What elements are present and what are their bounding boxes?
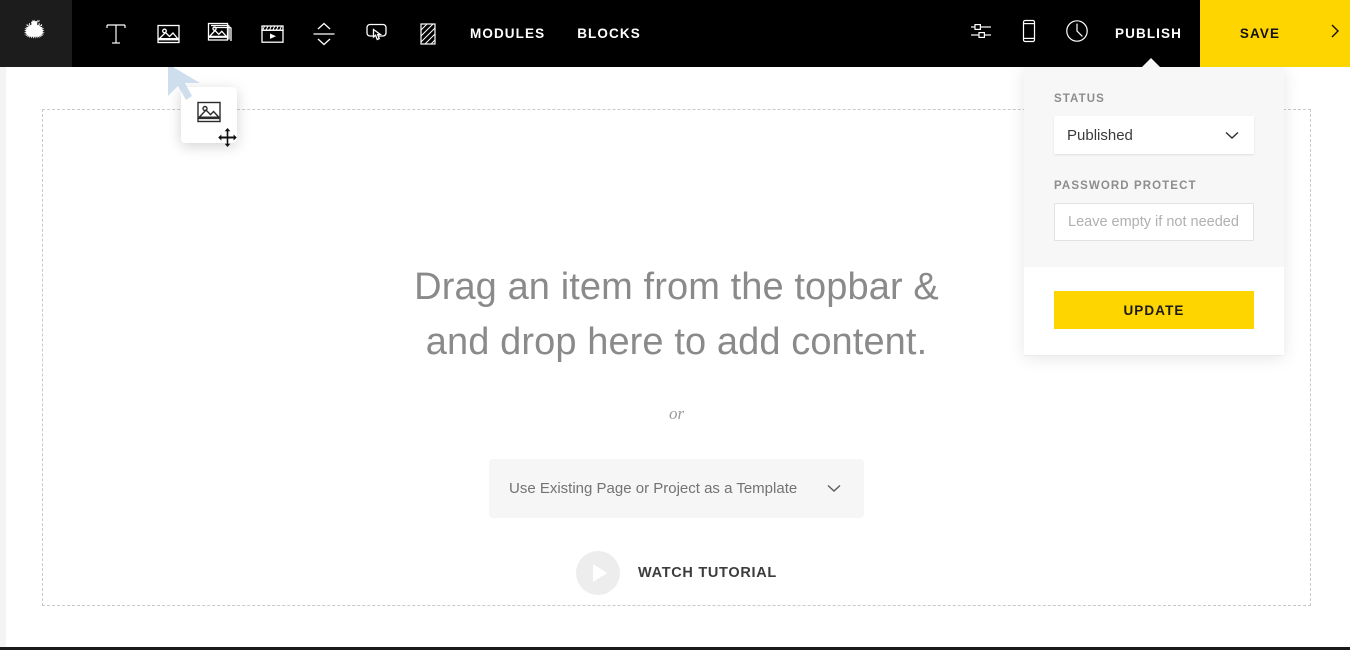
publish-panel-top: STATUS Published PASSWORD PROTECT — [1024, 67, 1284, 267]
password-protect-input[interactable] — [1054, 203, 1254, 241]
publish-panel: STATUS Published PASSWORD PROTECT UPDATE — [1024, 67, 1284, 356]
publish-button[interactable]: PUBLISH — [1101, 0, 1200, 67]
status-select-value: Published — [1067, 126, 1133, 144]
watch-tutorial-label: WATCH TUTORIAL — [638, 564, 777, 581]
play-triangle-icon — [576, 550, 621, 595]
save-button[interactable]: SAVE — [1200, 0, 1320, 67]
app-screen: MODULES BLOCKS PUBLISH SAVE Drag an item… — [0, 0, 1350, 650]
hatch-block-icon — [418, 21, 438, 47]
play-triangle-shape — [593, 563, 608, 582]
spacer-tool[interactable] — [298, 0, 350, 67]
responsive-preview-button[interactable] — [1005, 0, 1053, 67]
publish-label: PUBLISH — [1115, 26, 1182, 41]
gallery-icon — [207, 21, 234, 46]
chevron-down-icon — [1224, 127, 1240, 144]
button-tool[interactable] — [350, 0, 402, 67]
topbar: MODULES BLOCKS PUBLISH SAVE — [0, 0, 1350, 67]
update-button[interactable]: UPDATE — [1054, 291, 1254, 329]
publish-caret-icon — [1141, 58, 1160, 67]
gallery-tool[interactable] — [194, 0, 246, 67]
headline-line-2: and drop here to add content. — [425, 321, 928, 364]
dropzone-headline: Drag an item from the topbar & and drop … — [414, 260, 939, 371]
chevron-down-icon — [826, 480, 842, 497]
move-cross-icon — [218, 128, 237, 152]
arrow-pointer-icon — [166, 62, 208, 107]
status-select[interactable]: Published — [1054, 116, 1254, 154]
topbar-right-icons — [957, 0, 1101, 67]
image-tool[interactable] — [142, 0, 194, 67]
settings-sliders-icon — [969, 20, 993, 47]
template-select-value: Use Existing Page or Project as a Templa… — [509, 479, 798, 497]
text-icon — [105, 22, 127, 46]
headline-line-1: Drag an item from the topbar & — [414, 266, 939, 308]
eagle-logo-icon — [19, 17, 53, 51]
history-button[interactable] — [1053, 0, 1101, 67]
image-icon — [156, 22, 181, 46]
video-icon — [260, 22, 285, 46]
chevron-right-icon — [1328, 22, 1342, 45]
left-rail — [0, 67, 6, 650]
blocks-menu[interactable]: BLOCKS — [561, 0, 657, 67]
modules-menu[interactable]: MODULES — [454, 0, 561, 67]
watch-tutorial-button[interactable]: WATCH TUTORIAL — [576, 550, 777, 595]
history-clock-icon — [1064, 18, 1090, 49]
topbar-more-button[interactable] — [1320, 0, 1350, 67]
or-separator: or — [668, 403, 685, 423]
module-tool-palette — [72, 0, 454, 67]
password-protect-label: PASSWORD PROTECT — [1054, 180, 1197, 192]
publish-panel-bottom: UPDATE — [1024, 267, 1284, 356]
app-logo[interactable] — [0, 0, 72, 67]
text-tool[interactable] — [90, 0, 142, 67]
video-tool[interactable] — [246, 0, 298, 67]
template-select[interactable]: Use Existing Page or Project as a Templa… — [489, 458, 864, 518]
button-click-icon — [364, 21, 389, 46]
mobile-device-icon — [1020, 18, 1038, 49]
block-tool[interactable] — [402, 0, 454, 67]
status-label: STATUS — [1054, 93, 1105, 105]
settings-button[interactable] — [957, 0, 1005, 67]
spacer-icon — [312, 21, 336, 47]
